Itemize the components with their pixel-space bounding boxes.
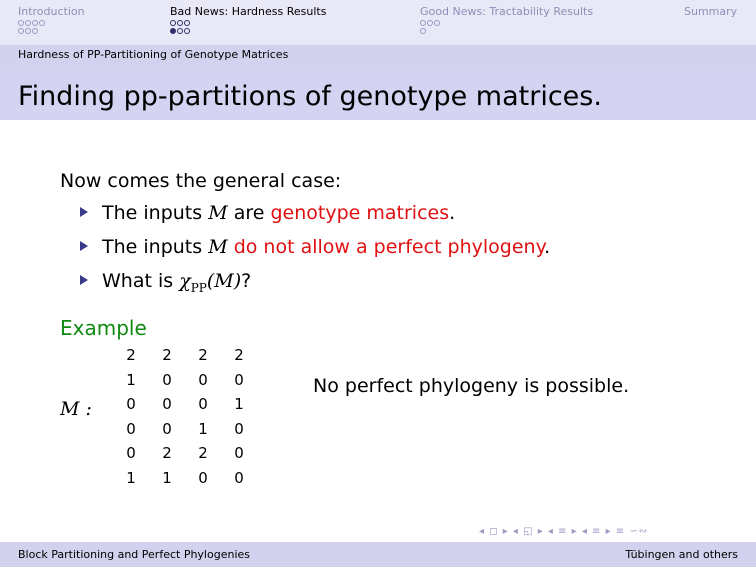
footer-bar: Block Partitioning and Perfect Phylogeni… — [0, 542, 756, 567]
nav-section-introduction[interactable]: Introduction — [18, 5, 85, 18]
frame-title-bar: Finding pp-partitions of genotype matric… — [0, 65, 756, 120]
subsection-bar: Hardness of PP-Partitioning of Genotype … — [0, 45, 756, 65]
section-navigation-bar: Introduction Bad News: Hardness Results … — [0, 0, 756, 45]
bullet-item-3: What is χPP(M)? — [80, 270, 251, 295]
example-note: No perfect phylogeny is possible. — [313, 375, 630, 397]
bullet-item-1: The inputs M are genotype matrices. — [80, 202, 455, 224]
matrix-row: 0010 — [126, 419, 244, 438]
bullet-triangle-icon — [80, 207, 88, 217]
matrix-row: 0220 — [126, 444, 244, 463]
nav-section-summary[interactable]: Summary — [684, 5, 737, 18]
matrix-row: 1100 — [126, 468, 244, 487]
nav-dots-good-news[interactable] — [420, 20, 440, 35]
nav-dots-introduction[interactable] — [18, 20, 45, 35]
matrix-row: 0001 — [126, 395, 244, 414]
intro-text: Now comes the general case: — [60, 170, 342, 192]
matrix-row: 1000 — [126, 370, 244, 389]
current-slide-dot — [170, 28, 176, 34]
subsection-title: Hardness of PP-Partitioning of Genotype … — [18, 48, 289, 61]
genotype-matrix: 2222 1000 0001 0010 0220 1100 — [113, 343, 257, 490]
footer-authors: Tübingen and others — [625, 548, 738, 561]
nav-dots-bad-news[interactable] — [170, 20, 190, 35]
bullet-triangle-icon — [80, 275, 88, 285]
frame-title: Finding pp-partitions of genotype matric… — [18, 81, 602, 112]
bullet-triangle-icon — [80, 241, 88, 251]
matrix-row: 2222 — [126, 346, 244, 365]
nav-section-bad-news[interactable]: Bad News: Hardness Results — [170, 5, 326, 18]
nav-section-good-news[interactable]: Good News: Tractability Results — [420, 5, 593, 18]
beamer-navigation-symbols[interactable]: ◂ ◻ ▸ ◂ ◱ ▸ ◂ ≡ ▸ ◂ ≡ ▸ ≡ ∽∾ — [479, 526, 648, 537]
footer-talk-title: Block Partitioning and Perfect Phylogeni… — [18, 548, 250, 561]
example-block-title: Example — [60, 316, 147, 340]
bullet-item-2: The inputs M do not allow a perfect phyl… — [80, 236, 550, 258]
matrix-label: M : — [60, 398, 92, 420]
